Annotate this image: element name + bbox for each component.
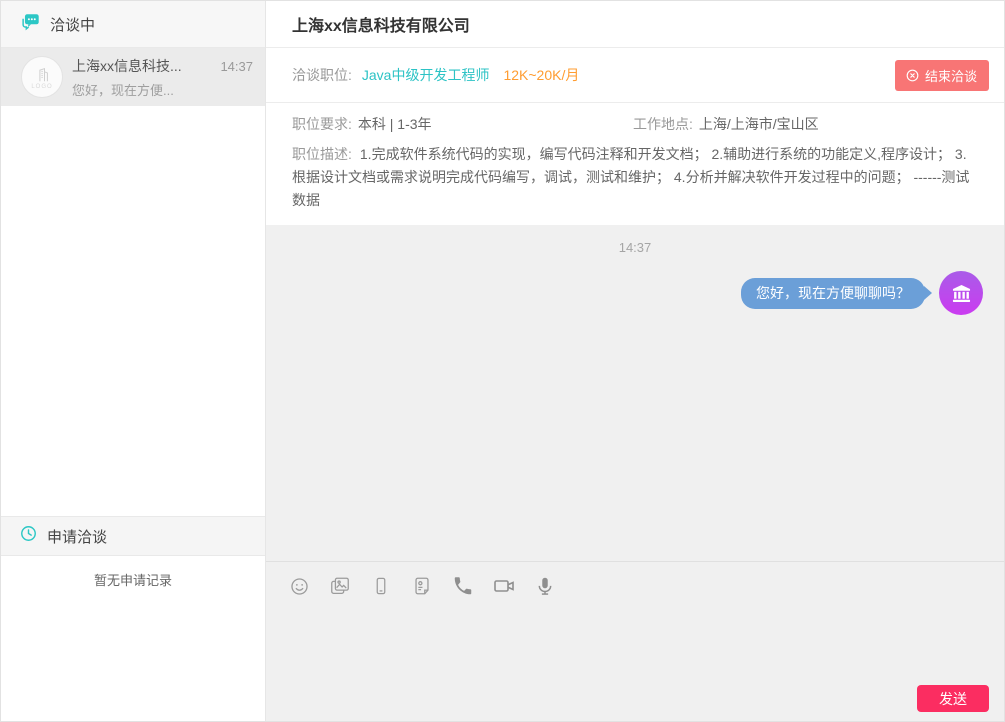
emoji-icon[interactable] (286, 573, 312, 599)
description-value: 1.完成软件系统代码的实现，编写代码注释和开发文档； 2.辅助进行系统的功能定义… (292, 146, 969, 208)
resume-icon[interactable] (409, 573, 435, 599)
circle-x-icon (905, 68, 920, 83)
end-chat-button[interactable]: 结束洽谈 (895, 60, 989, 91)
location-label: 工作地点: (633, 114, 693, 134)
sidebar: 洽谈中 LOGO 上海xx信息科技... 14:37 您好，现在方便... (1, 1, 266, 721)
apply-section-label: 申请洽谈 (47, 526, 107, 547)
requirement-value: 本科 | 1-3年 (358, 114, 432, 134)
title-bar: 上海xx信息科技有限公司 (266, 1, 1004, 48)
image-icon[interactable] (327, 573, 353, 599)
sender-avatar (939, 271, 983, 315)
chat-item-preview: 您好，现在方便... (72, 80, 253, 99)
chat-window: 洽谈中 LOGO 上海xx信息科技... 14:37 您好，现在方便... (0, 0, 1005, 722)
job-salary: 12K~20K/月 (503, 65, 579, 85)
chat-message-area[interactable]: 14:37 您好，现在方便聊聊吗？ (266, 225, 1004, 561)
main-panel: 上海xx信息科技有限公司 洽谈职位: Java中级开发工程师 12K~20K/月… (266, 1, 1004, 721)
company-logo-avatar: LOGO (21, 56, 63, 98)
apply-section-header: 申请洽谈 (1, 516, 265, 556)
chat-item-company-name: 上海xx信息科技... (72, 56, 182, 76)
job-position-value[interactable]: Java中级开发工程师 (362, 65, 490, 85)
message-input[interactable] (266, 610, 1004, 676)
logo-placeholder-text: LOGO (31, 85, 52, 90)
chatting-section-label: 洽谈中 (50, 14, 95, 35)
composer-toolbar (286, 573, 1004, 599)
clock-icon (19, 524, 38, 548)
bank-icon (949, 281, 974, 306)
apply-empty-text: 暂无申请记录 (1, 556, 265, 721)
end-chat-button-label: 结束洽谈 (925, 66, 977, 85)
chat-list-item[interactable]: LOGO 上海xx信息科技... 14:37 您好，现在方便... (1, 48, 265, 106)
sidebar-spacer (1, 106, 265, 516)
description-label: 职位描述: (292, 146, 352, 162)
company-title: 上海xx信息科技有限公司 (292, 12, 470, 36)
chat-bubbles-icon (19, 11, 41, 38)
message-timestamp: 14:37 (266, 240, 1004, 255)
video-icon[interactable] (491, 573, 517, 599)
microphone-icon[interactable] (532, 573, 558, 599)
chatting-section-header: 洽谈中 (1, 1, 265, 48)
job-bar: 洽谈职位: Java中级开发工程师 12K~20K/月 结束洽谈 (266, 48, 1004, 103)
mobile-icon[interactable] (368, 573, 394, 599)
building-icon (32, 65, 52, 85)
job-position-label: 洽谈职位: (292, 65, 352, 85)
requirement-label: 职位要求: (292, 114, 352, 134)
message-bubble: 您好，现在方便聊聊吗？ (741, 278, 925, 309)
phone-icon[interactable] (450, 573, 476, 599)
job-info-section: 职位要求: 本科 | 1-3年 工作地点: 上海/上海市/宝山区 职位描述:1.… (266, 103, 1004, 225)
send-button[interactable]: 发送 (917, 685, 989, 712)
location-value: 上海/上海市/宝山区 (699, 114, 819, 134)
message-row: 您好，现在方便聊聊吗？ (266, 271, 1004, 315)
composer: 发送 (266, 561, 1004, 721)
chat-item-time: 14:37 (220, 59, 253, 74)
